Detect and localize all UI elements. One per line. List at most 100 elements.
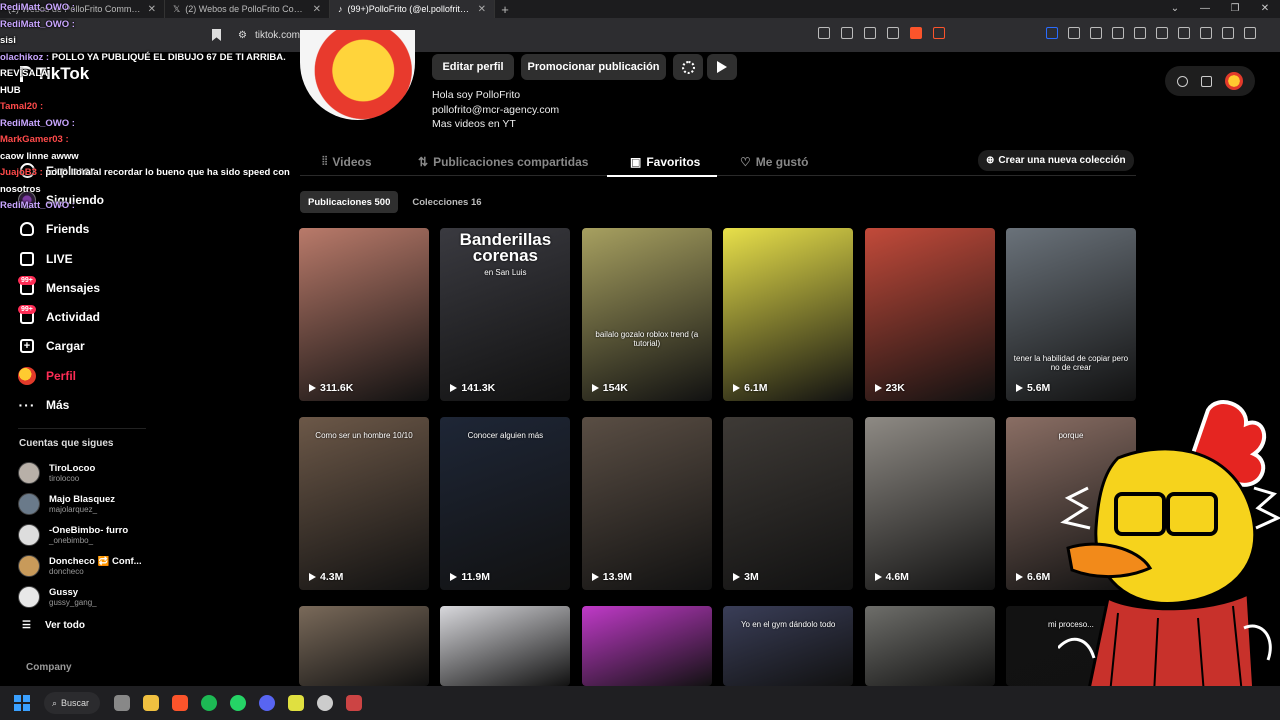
following-item[interactable]: Majo Blasquez majolarquez_ — [18, 489, 158, 520]
close-window-icon[interactable]: ✕ — [1250, 0, 1280, 18]
company-link[interactable]: Company — [26, 662, 72, 673]
vpn-icon[interactable] — [1222, 27, 1234, 39]
translate-icon[interactable] — [841, 27, 853, 39]
chat-message: caow linne awww — [0, 149, 320, 166]
floating-controls — [1165, 66, 1255, 96]
tab-videos[interactable]: ⦙⦙ Videos — [322, 148, 372, 175]
following-item[interactable]: Doncheco 🔁 Conf... doncheco — [18, 550, 158, 581]
video-card[interactable]: Como ser un hombre 10/10 4.3M — [299, 417, 429, 590]
video-card[interactable] — [440, 606, 571, 686]
chat-text: caow linne awww — [0, 150, 79, 162]
video-card[interactable]: 6.1M — [723, 228, 854, 401]
sidebar-item-friends[interactable]: Friends — [18, 215, 158, 244]
friends-icon — [18, 220, 36, 238]
extension-icon[interactable] — [1090, 27, 1102, 39]
close-icon[interactable]: ✕ — [478, 4, 486, 15]
brave-browser-icon[interactable] — [172, 695, 188, 711]
share-profile-button[interactable] — [707, 54, 737, 80]
sidebar-item-live[interactable]: LIVE — [18, 244, 158, 273]
mute-icon[interactable] — [818, 27, 830, 39]
video-caption: Como ser un hombre 10/10 — [315, 431, 413, 440]
video-card[interactable]: bailalo gozalo roblox trend (a tutorial)… — [581, 228, 712, 401]
app-icon[interactable] — [288, 695, 304, 711]
device-icon[interactable] — [1200, 75, 1212, 87]
menu-icon[interactable] — [1244, 27, 1256, 39]
rewards-icon[interactable] — [933, 27, 945, 39]
tab-favorites[interactable]: ▣ Favoritos — [630, 148, 700, 175]
video-card[interactable]: Banderillas corenas en San Luis 141.3K — [440, 228, 571, 401]
discord-icon[interactable] — [259, 695, 275, 711]
video-card[interactable]: 13.9M — [581, 417, 712, 590]
following-item[interactable]: TiroLocoo tirolocoo — [18, 458, 158, 489]
play-icon — [450, 573, 458, 581]
sidebar-item-actividad[interactable]: 99+ Actividad — [18, 302, 158, 331]
video-card[interactable] — [581, 606, 712, 686]
following-handle: doncheco — [49, 566, 84, 576]
minimize-icon[interactable]: — — [1190, 0, 1220, 18]
following-item[interactable]: Gussy gussy_gang_ — [18, 581, 158, 612]
compass-icon[interactable] — [1177, 75, 1189, 87]
video-card[interactable]: 3M — [723, 417, 854, 590]
sidebar-item-mensajes[interactable]: 99+ Mensajes — [18, 273, 158, 302]
browser-tab-active[interactable]: ♪ (99+)PolloFrito (@el.pollofrito) | ✕ — [330, 0, 495, 18]
puzzle-icon[interactable] — [1068, 27, 1080, 39]
sidebar-item-cargar[interactable]: + Cargar — [18, 332, 158, 361]
following-name: Gussy — [49, 586, 79, 598]
sidebar-item-perfil[interactable]: Perfil — [18, 361, 158, 390]
video-card[interactable]: 311.6K — [299, 228, 429, 401]
sidebar-item-label: Más — [46, 398, 70, 413]
notification-badge: 99+ — [18, 305, 36, 315]
spotify-icon[interactable] — [201, 695, 217, 711]
tab-reposts[interactable]: ⇅ Publicaciones compartidas — [418, 148, 588, 175]
video-card[interactable]: 23K — [864, 228, 995, 401]
sidebar-item-label: Mensajes — [46, 280, 101, 295]
avatar — [18, 493, 40, 516]
chat-text: nosotros — [0, 183, 41, 195]
task-view-icon[interactable] — [114, 695, 130, 711]
new-tab-button[interactable]: + — [495, 2, 515, 17]
sidebar-item-mas[interactable]: ··· Más — [18, 390, 158, 419]
video-card[interactable] — [864, 606, 995, 686]
obs-icon[interactable] — [317, 695, 333, 711]
profile-bio: Hola soy PolloFrito pollofrito@mcr-agenc… — [432, 88, 559, 132]
sidebar-item-label: Cargar — [46, 339, 85, 354]
chevron-down-icon[interactable]: ⌄ — [1160, 0, 1190, 18]
restore-icon[interactable]: ❐ — [1220, 0, 1250, 18]
music-icon[interactable] — [1134, 27, 1146, 39]
sidebar-item-label: Friends — [46, 222, 90, 237]
app-icon[interactable] — [346, 695, 362, 711]
download-icon[interactable] — [1112, 27, 1124, 39]
bio-line: Hola soy PolloFrito — [432, 89, 521, 101]
settings-button[interactable] — [673, 54, 703, 80]
play-icon — [591, 384, 599, 392]
file-explorer-icon[interactable] — [143, 695, 159, 711]
video-card[interactable] — [299, 606, 429, 686]
video-card[interactable]: Conocer alguien más 11.9M — [440, 417, 571, 590]
following-list: TiroLocoo tirolocoo Majo Blasquez majolarq… — [18, 458, 158, 612]
whatsapp-icon[interactable] — [230, 695, 246, 711]
view-count-text: 6.1M — [744, 382, 768, 394]
new-collection-button[interactable]: ⊕ Crear una nueva colección — [978, 150, 1134, 171]
windows-start-icon[interactable] — [14, 695, 30, 711]
following-name: Majo Blasquez — [49, 494, 115, 506]
promote-post-button[interactable]: Promocionar publicación — [521, 54, 666, 80]
extension-icon[interactable] — [1046, 27, 1058, 39]
video-card[interactable]: Yo en el gym dándolo todo — [723, 606, 854, 686]
leo-icon[interactable] — [1200, 27, 1212, 39]
following-item[interactable]: -OneBimbo- furro _onebimbo_ — [18, 520, 158, 551]
wallet-icon[interactable] — [1178, 27, 1190, 39]
brave-shield-icon[interactable] — [910, 27, 922, 39]
taskbar-search[interactable]: ⌕ Buscar — [44, 692, 100, 714]
video-card[interactable]: tener la habilidad de copiar pero no de … — [1005, 228, 1136, 401]
share-page-icon[interactable] — [887, 27, 899, 39]
chat-message: RediMatt_OWO : — [0, 198, 320, 215]
sidebar-icon[interactable] — [1156, 27, 1168, 39]
edit-profile-button[interactable]: Editar perfil — [432, 54, 514, 80]
see-all-button[interactable]: ☰ Ver todo — [22, 620, 85, 631]
tab-liked[interactable]: ♡ Me gustó — [740, 148, 808, 175]
video-card[interactable]: 4.6M — [864, 417, 995, 590]
user-avatar-icon[interactable] — [1224, 72, 1243, 90]
subtab-collections[interactable]: Colecciones 16 — [404, 191, 489, 213]
chat-username: olachikoz : — [0, 51, 52, 63]
screen-icon[interactable] — [864, 27, 876, 39]
